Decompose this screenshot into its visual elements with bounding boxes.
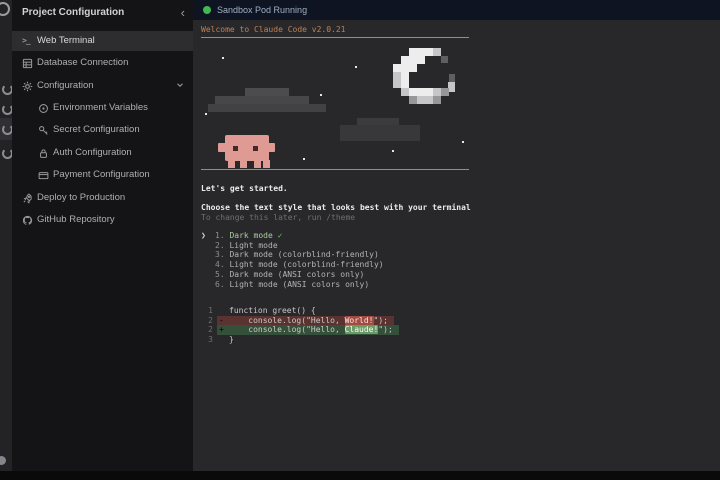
star-icon — [303, 158, 305, 160]
sidebar-item-label: Database Connection — [37, 57, 129, 68]
star-icon — [205, 113, 207, 115]
code-line-added: 2 + console.log("Hello, Claude!"); — [201, 325, 399, 336]
lock-icon — [38, 148, 49, 159]
sidebar-item-environment-variables[interactable]: Environment Variables — [12, 98, 193, 118]
code-diff-preview: 1 function greet() { 2 - console.log("He… — [201, 306, 399, 345]
creature-eye — [253, 146, 258, 151]
sidebar-item-secret-configuration[interactable]: Secret Configuration — [12, 120, 193, 140]
creature-leg — [263, 160, 270, 168]
star-icon — [392, 150, 394, 152]
bottom-bar — [0, 471, 720, 480]
star-icon — [355, 66, 357, 68]
collapse-sidebar-icon[interactable]: ‹ — [181, 5, 185, 20]
removed-word: World! — [344, 315, 374, 325]
database-icon — [22, 58, 33, 69]
theme-prompt-heading: Choose the text style that looks best wi… — [201, 203, 471, 212]
code-line-removed: 2 - console.log("Hello, World!"); — [201, 315, 399, 326]
creature-leg — [254, 160, 261, 168]
theme-option-light-mode[interactable]: 2. Light mode — [201, 241, 384, 251]
creature-eye — [233, 146, 238, 151]
sidebar-item-database-connection[interactable]: Database Connection — [12, 53, 193, 73]
divider — [201, 37, 469, 38]
creature-leg — [240, 160, 247, 168]
sidebar-title: Project Configuration — [22, 7, 125, 18]
variables-icon — [38, 103, 49, 114]
theme-options-list: ❯ 1. Dark mode ✓ 2. Light mode 3. Dark mo… — [201, 231, 384, 289]
added-marker: + — [219, 325, 224, 335]
code-line: 1 function greet() { — [208, 306, 316, 315]
sidebar-item-github-repository[interactable]: GitHub Repository — [12, 210, 193, 230]
key-icon — [38, 125, 49, 136]
star-icon — [320, 94, 322, 96]
theme-prompt-subtext: To change this later, run /theme — [201, 213, 356, 222]
divider — [201, 169, 469, 170]
star-icon — [222, 57, 224, 59]
sidebar-item-web-terminal[interactable]: >_ Web Terminal — [12, 31, 193, 51]
theme-option-light-colorblind[interactable]: 4. Light mode (colorblind-friendly) — [201, 260, 384, 270]
sidebar: Project Configuration ‹ >_ Web Terminal … — [12, 0, 193, 471]
sidebar-item-configuration[interactable]: Configuration — [12, 76, 193, 96]
theme-option-dark-mode[interactable]: ❯ 1. Dark mode ✓ — [201, 231, 384, 241]
removed-marker: - — [219, 315, 224, 325]
sidebar-item-label: Configuration — [37, 80, 94, 91]
welcome-line: Welcome to Claude Code v2.0.21 — [201, 25, 346, 34]
pixel-art-scene — [201, 42, 469, 168]
check-icon: ✓ — [277, 231, 283, 240]
crescent-moon-icon — [393, 48, 457, 112]
github-icon — [22, 215, 33, 226]
sidebar-item-payment-configuration[interactable]: Payment Configuration — [12, 165, 193, 185]
sidebar-item-label: Environment Variables — [53, 102, 148, 113]
sidebar-header: Project Configuration ‹ — [12, 4, 193, 24]
added-word: Claude! — [344, 325, 379, 335]
code-line: 3 } — [208, 335, 234, 345]
sidebar-item-label: Web Terminal — [37, 35, 95, 46]
rail-bottom-icon[interactable] — [0, 456, 6, 465]
lets-get-started-text: Let's get started. — [201, 184, 288, 193]
web-terminal-panel[interactable]: Sandbox Pod Running Welcome to Claude Co… — [193, 0, 720, 471]
status-label: Sandbox Pod Running — [217, 5, 308, 15]
terminal-icon: >_ — [22, 36, 31, 45]
star-icon — [462, 141, 464, 143]
card-icon — [38, 170, 49, 181]
creature-body — [225, 135, 269, 161]
chevron-down-icon[interactable] — [175, 80, 185, 90]
app-logo-icon[interactable] — [0, 2, 10, 16]
terminal-status-bar: Sandbox Pod Running — [193, 0, 720, 20]
cloud-icon — [340, 125, 420, 141]
creature-leg — [228, 160, 235, 168]
sidebar-item-label: Secret Configuration — [53, 124, 140, 135]
app-window: Project Configuration ‹ >_ Web Terminal … — [0, 0, 720, 480]
rocket-icon — [22, 193, 33, 204]
cloud-icon — [208, 104, 326, 112]
sidebar-item-label: Payment Configuration — [53, 169, 150, 180]
sidebar-item-label: Deploy to Production — [37, 192, 126, 203]
theme-option-dark-colorblind[interactable]: 3. Dark mode (colorblind-friendly) — [201, 250, 384, 260]
sidebar-item-auth-configuration[interactable]: Auth Configuration — [12, 143, 193, 163]
left-rail — [0, 0, 13, 471]
sidebar-item-deploy-to-production[interactable]: Deploy to Production — [12, 188, 193, 208]
theme-option-light-ansi[interactable]: 6. Light mode (ANSI colors only) — [201, 280, 384, 290]
theme-option-dark-ansi[interactable]: 5. Dark mode (ANSI colors only) — [201, 270, 384, 280]
sidebar-item-label: Auth Configuration — [53, 147, 132, 158]
sidebar-item-label: GitHub Repository — [37, 214, 115, 225]
gear-icon — [22, 81, 33, 92]
selection-arrow-icon: ❯ — [201, 231, 206, 240]
status-dot-icon — [203, 6, 211, 14]
